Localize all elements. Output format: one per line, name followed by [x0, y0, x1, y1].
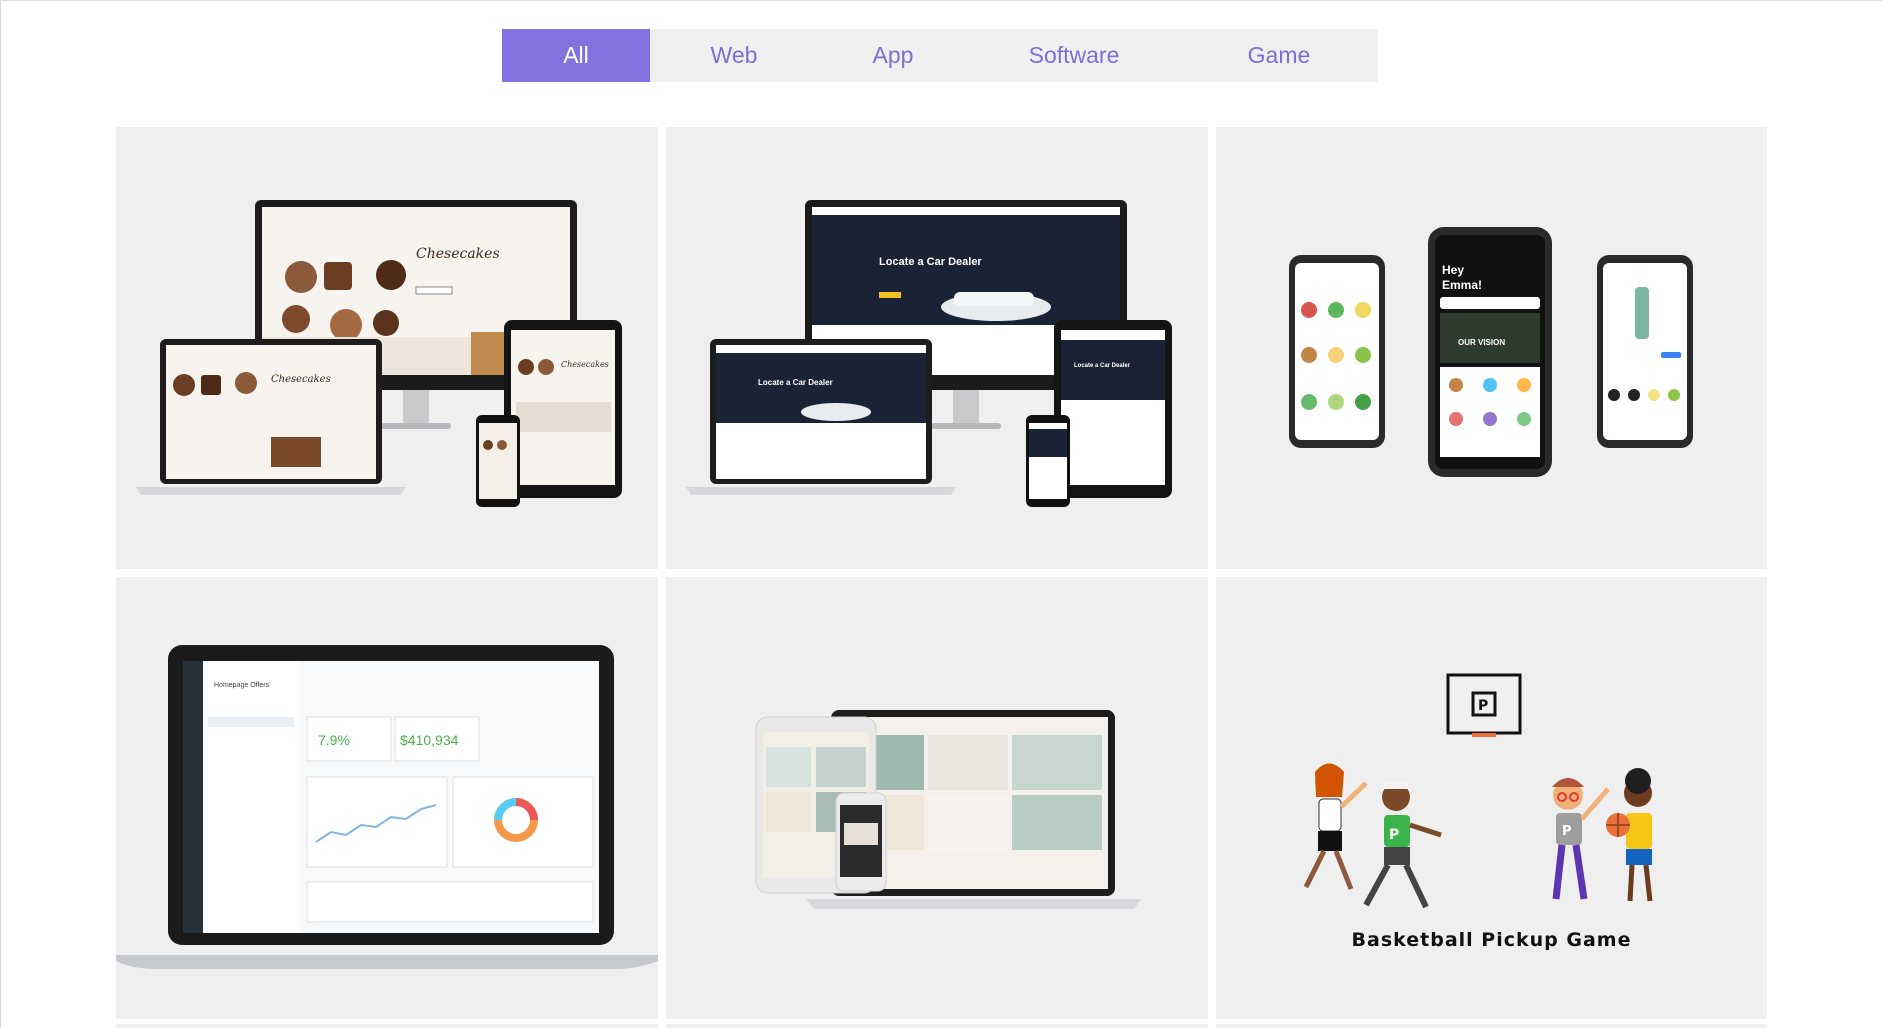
car-dealer-website-mockup-image: Locate a Car Dealer Locate a Car Dealer …: [686, 200, 1172, 507]
stationery-website-mockup-image: [755, 710, 1141, 909]
svg-text:OUR VISION: OUR VISION: [1458, 338, 1505, 347]
portfolio-item-analytics-dashboard[interactable]: Homepage Offers 7.9% $410,934: [116, 577, 658, 1019]
svg-text:Locate a Car Dealer: Locate a Car Dealer: [1074, 363, 1131, 369]
grocery-app-mockup-image: Hey Emma! OUR VISION: [1289, 227, 1693, 477]
next-row-tile-edge: [666, 1024, 1208, 1028]
portfolio-item-grocery-app[interactable]: Hey Emma! OUR VISION: [1216, 127, 1767, 569]
svg-text:P: P: [1389, 827, 1399, 843]
filter-tab-software[interactable]: Software: [968, 29, 1180, 82]
svg-text:P: P: [1478, 698, 1488, 714]
game-title: Basketball Pickup Game: [1351, 929, 1632, 951]
svg-text:Chesecakes: Chesecakes: [561, 360, 609, 369]
next-row-tile-edge: [1216, 1024, 1767, 1028]
portfolio-item-chocolate-website[interactable]: Chesecakes Chesecakes Chesecakes: [116, 127, 658, 569]
portfolio-item-basketball-game[interactable]: P P P Basketball Pickup Game: [1216, 577, 1767, 1019]
svg-text:Hey: Hey: [1442, 263, 1464, 277]
basketball-game-illustration: P P P: [1303, 673, 1653, 909]
svg-text:Locate a Car Dealer: Locate a Car Dealer: [879, 256, 982, 268]
svg-text:Chesecakes: Chesecakes: [271, 374, 331, 385]
portfolio-item-car-dealer-website[interactable]: Locate a Car Dealer Locate a Car Dealer …: [666, 127, 1208, 569]
svg-text:Homepage Offers: Homepage Offers: [214, 682, 270, 689]
top-border: [0, 0, 1882, 1]
next-row-tile-edge: [116, 1024, 658, 1028]
left-border: [0, 0, 1, 1028]
svg-text:$410,934: $410,934: [400, 732, 459, 748]
portfolio-filter-tabs: All Web App Software Game: [502, 29, 1378, 82]
filter-tab-all[interactable]: All: [502, 29, 650, 82]
svg-text:7.9%: 7.9%: [318, 732, 350, 748]
svg-text:Locate a Car Dealer: Locate a Car Dealer: [758, 378, 833, 387]
analytics-dashboard-image: Homepage Offers 7.9% $410,934: [116, 645, 658, 969]
portfolio-grid: Chesecakes Chesecakes Chesecakes Locate …: [116, 127, 1767, 1028]
filter-tab-app[interactable]: App: [818, 29, 968, 82]
filter-tab-game[interactable]: Game: [1180, 29, 1378, 82]
svg-text:P: P: [1562, 824, 1572, 839]
svg-text:Emma!: Emma!: [1442, 278, 1482, 292]
portfolio-item-stationery-website[interactable]: [666, 577, 1208, 1019]
filter-tab-web[interactable]: Web: [650, 29, 818, 82]
chocolate-website-mockup-image: Chesecakes Chesecakes Chesecakes: [136, 200, 622, 507]
svg-text:Chesecakes: Chesecakes: [416, 246, 500, 262]
